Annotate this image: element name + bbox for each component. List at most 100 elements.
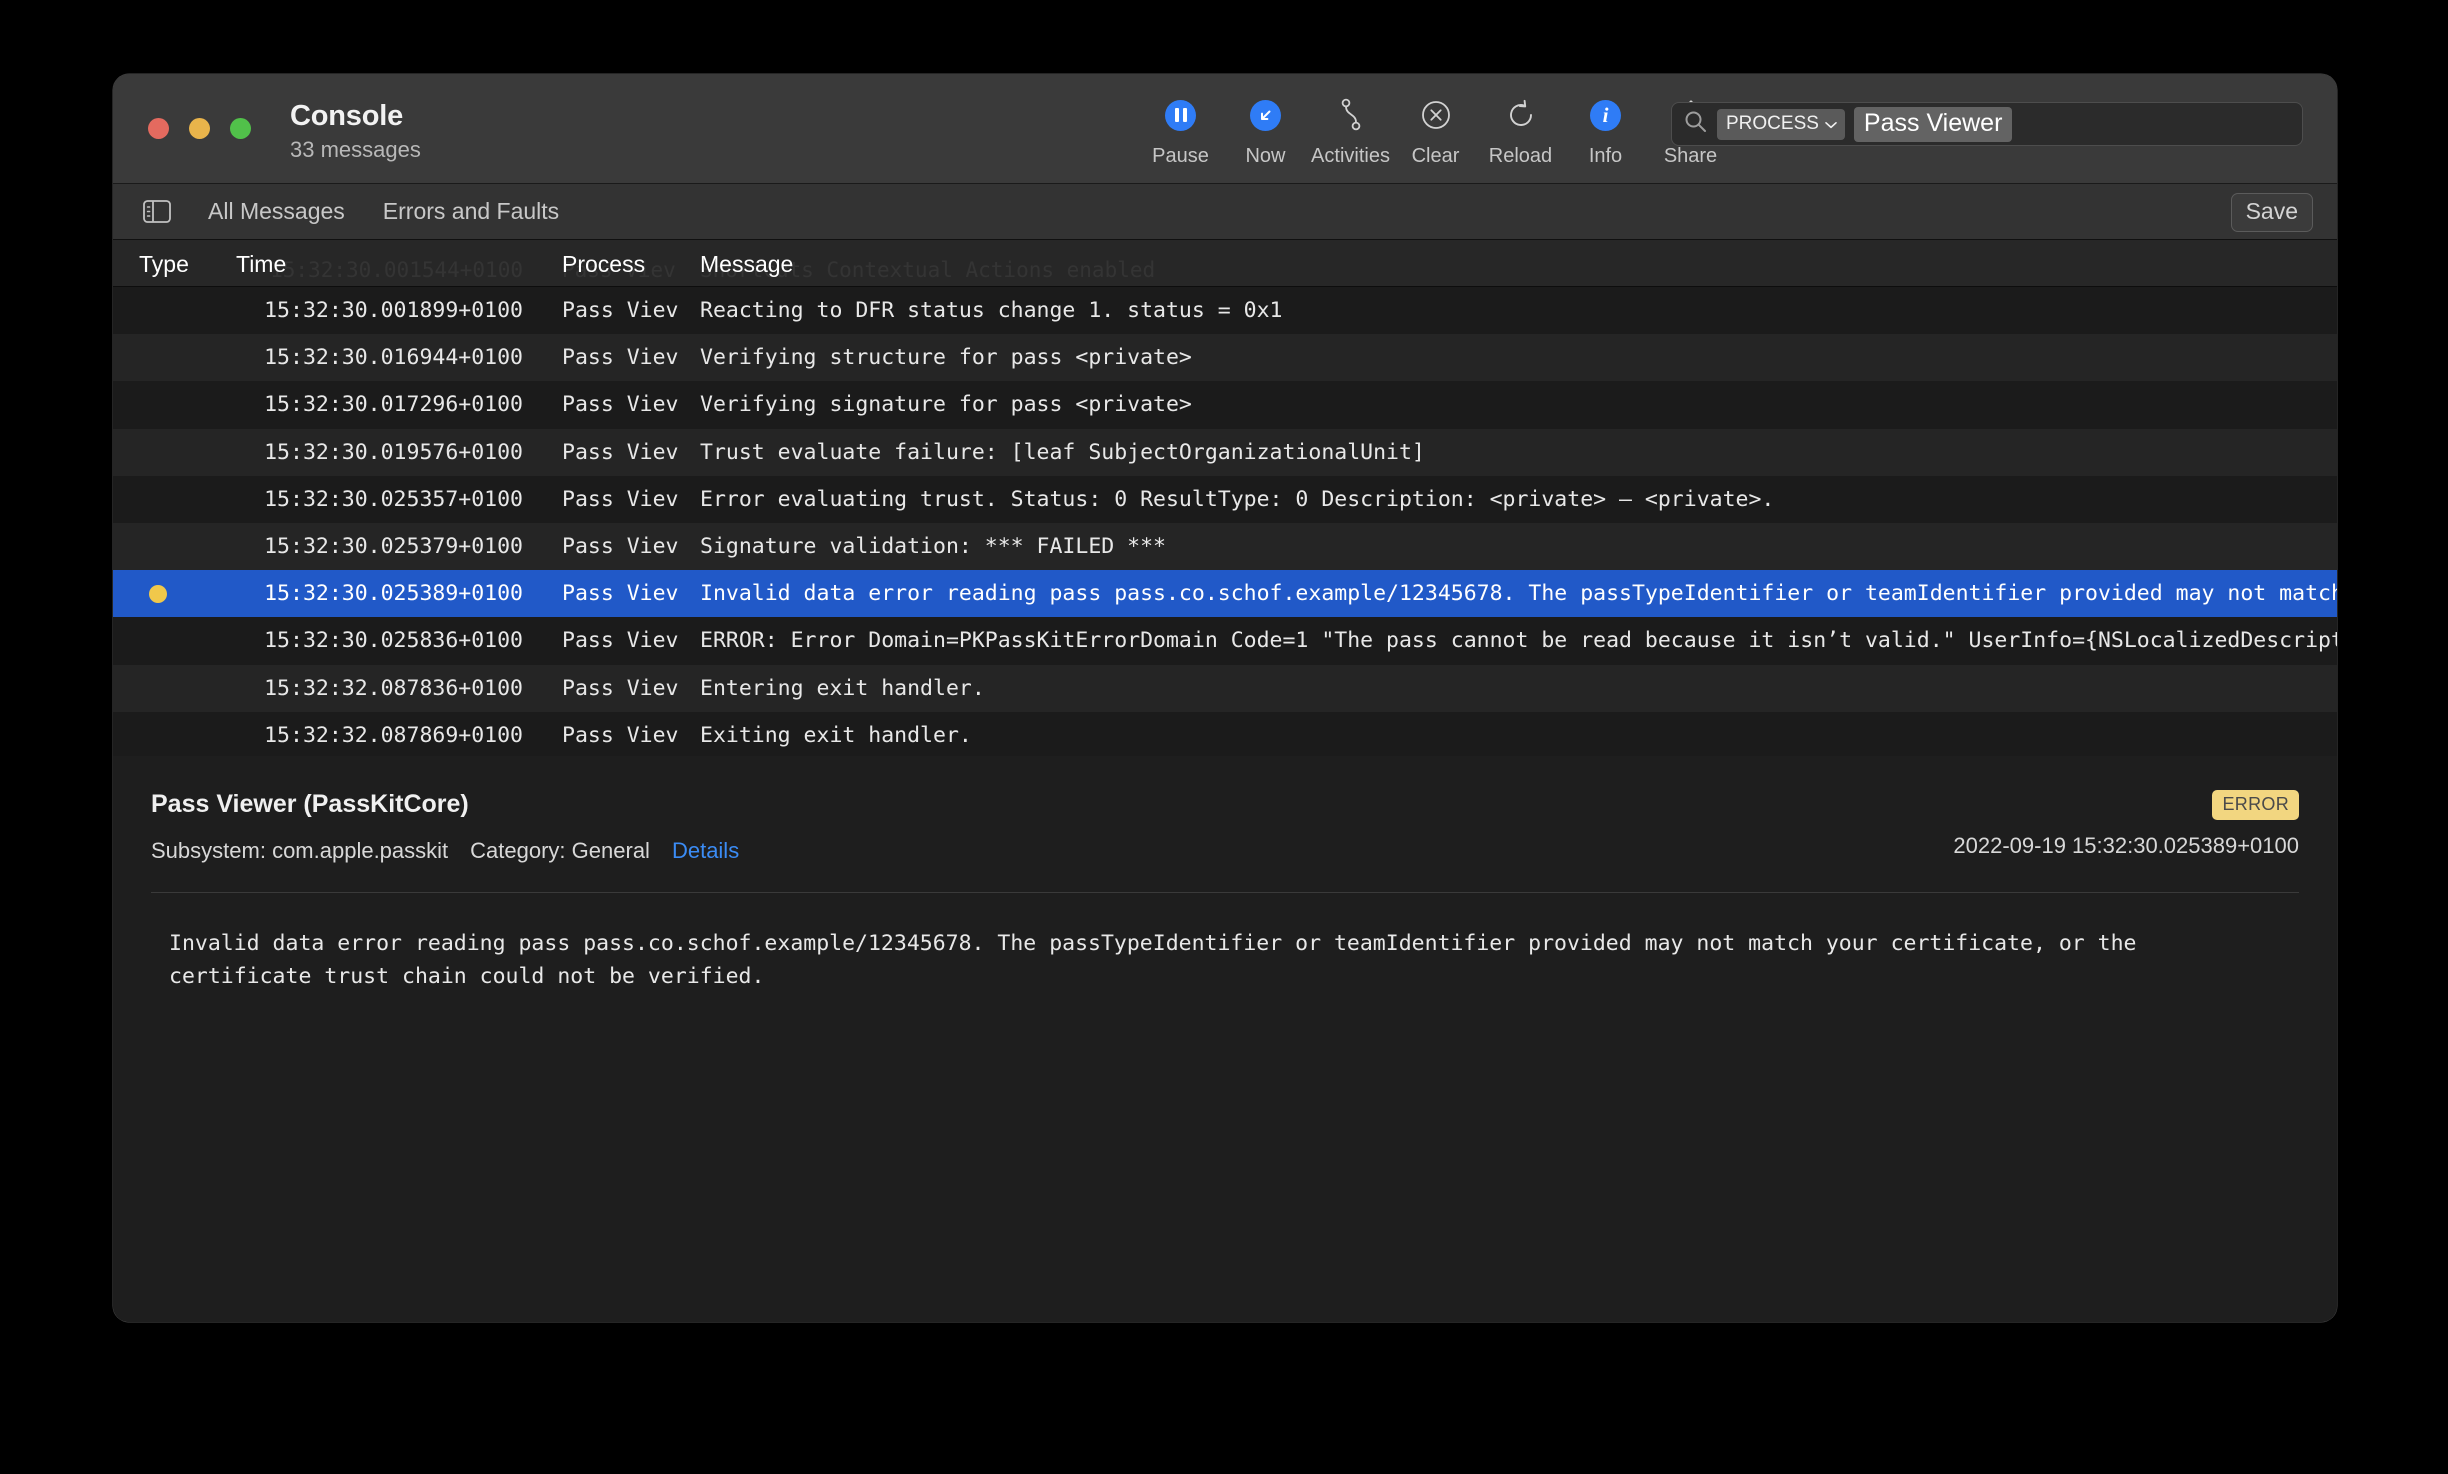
row-process: Pass Viev xyxy=(533,345,683,370)
table-row[interactable]: 15:32:30.025379+0100 Pass Viev Signature… xyxy=(113,523,2337,570)
row-process: Pass Viev xyxy=(533,723,683,748)
toolbar-label: Info xyxy=(1589,145,1622,168)
table-row[interactable]: 15:32:30.017296+0100 Pass Viev Verifying… xyxy=(113,381,2337,428)
table-row-selected[interactable]: 15:32:30.025389+0100 Pass Viev Invalid d… xyxy=(113,570,2337,617)
row-message: Exiting exit handler. xyxy=(683,723,2337,748)
clear-circle-x-icon xyxy=(1420,94,1452,136)
status-badge: ERROR xyxy=(2212,790,2299,820)
info-circle-icon: i xyxy=(1590,94,1621,136)
row-type xyxy=(113,585,203,603)
detail-subsystem-value: com.apple.passkit xyxy=(272,838,448,863)
filter-bar: All Messages Errors and Faults Save xyxy=(113,184,2337,240)
console-window: Console 33 messages Pause Now xyxy=(113,74,2337,1322)
window-title: Console xyxy=(290,99,421,134)
column-header-type[interactable]: Type xyxy=(113,251,203,286)
row-time: 15:32:30.025836+0100 xyxy=(203,628,533,653)
table-row[interactable]: 15:32:30.001899+0100 Pass Viev Reacting … xyxy=(113,287,2337,334)
pause-icon xyxy=(1165,94,1196,136)
toolbar-button-now[interactable]: Now xyxy=(1223,94,1308,168)
toolbar-label: Activities xyxy=(1311,145,1390,168)
message-count: 33 messages xyxy=(290,137,421,163)
row-message: Reacting to DFR status change 1. status … xyxy=(683,298,2337,323)
titlebar: Console 33 messages Pause Now xyxy=(113,74,2337,184)
row-message: Error evaluating trust. Status: 0 Result… xyxy=(683,487,2337,512)
detail-category-label: Category: xyxy=(470,838,565,863)
table-row[interactable]: 15:32:30.016944+0100 Pass Viev Verifying… xyxy=(113,334,2337,381)
window-controls xyxy=(148,118,251,139)
toolbar: Pause Now Activities xyxy=(1138,94,1733,168)
reload-icon xyxy=(1505,94,1537,136)
row-message: Trust evaluate failure: [leaf SubjectOrg… xyxy=(683,440,2337,465)
chevron-down-icon xyxy=(1825,113,1837,135)
row-time: 15:32:30.025389+0100 xyxy=(203,581,533,606)
minimize-button[interactable] xyxy=(189,118,210,139)
column-header-time[interactable]: Time xyxy=(203,251,533,286)
search-token-process[interactable]: PROCESS xyxy=(1717,109,1845,140)
row-time: 15:32:32.087836+0100 xyxy=(203,676,533,701)
row-time: 15:32:30.001899+0100 xyxy=(203,298,533,323)
toolbar-label: Pause xyxy=(1152,145,1209,168)
table-header: Type Time Process Message xyxy=(113,240,2337,287)
row-time: 15:32:32.087869+0100 xyxy=(203,723,533,748)
detail-subsystem: Subsystem: com.apple.passkit xyxy=(151,838,448,864)
detail-pane: Pass Viewer (PassKitCore) Subsystem: com… xyxy=(113,756,2337,1322)
row-message: Entering exit handler. xyxy=(683,676,2337,701)
toolbar-button-clear[interactable]: Clear xyxy=(1393,94,1478,168)
log-table: 15:32:30.001544+0100 Pass Viev Shortcuts… xyxy=(113,240,2337,756)
row-message: Signature validation: *** FAILED *** xyxy=(683,534,2337,559)
row-process: Pass Viev xyxy=(533,628,683,653)
toolbar-label: Clear xyxy=(1412,145,1460,168)
row-process: Pass Viev xyxy=(533,534,683,559)
table-row[interactable]: 15:32:32.087869+0100 Pass Viev Exiting e… xyxy=(113,712,2337,756)
row-message: ERROR: Error Domain=PKPassKitErrorDomain… xyxy=(683,628,2337,653)
row-process: Pass Viev xyxy=(533,298,683,323)
search-token-label: PROCESS xyxy=(1726,113,1819,135)
row-time: 15:32:30.016944+0100 xyxy=(203,345,533,370)
detail-timestamp: 2022-09-19 15:32:30.025389+0100 xyxy=(1953,833,2299,859)
zoom-button[interactable] xyxy=(230,118,251,139)
table-row[interactable]: 15:32:30.019576+0100 Pass Viev Trust eva… xyxy=(113,429,2337,476)
toolbar-button-pause[interactable]: Pause xyxy=(1138,94,1223,168)
row-process: Pass Viev xyxy=(533,581,683,606)
sidebar-toggle-icon[interactable] xyxy=(143,200,171,223)
row-process: Pass Viev xyxy=(533,676,683,701)
detail-divider xyxy=(151,892,2299,893)
toolbar-button-info[interactable]: i Info xyxy=(1563,94,1648,168)
row-time: 15:32:30.025379+0100 xyxy=(203,534,533,559)
title-block: Console 33 messages xyxy=(290,99,421,163)
tab-all-messages[interactable]: All Messages xyxy=(208,198,345,225)
toolbar-button-reload[interactable]: Reload xyxy=(1478,94,1563,168)
column-header-message[interactable]: Message xyxy=(683,251,2337,286)
row-message: Verifying signature for pass <private> xyxy=(683,392,2337,417)
table-row[interactable]: 15:32:32.087836+0100 Pass Viev Entering … xyxy=(113,665,2337,712)
row-time: 15:32:30.025357+0100 xyxy=(203,487,533,512)
row-message: Invalid data error reading pass pass.co.… xyxy=(683,581,2337,606)
filter-tabs: All Messages Errors and Faults xyxy=(208,198,559,225)
detail-message-body: Invalid data error reading pass pass.co.… xyxy=(169,928,2189,993)
error-dot-icon xyxy=(149,585,167,603)
row-time: 15:32:30.019576+0100 xyxy=(203,440,533,465)
activities-icon xyxy=(1338,94,1364,136)
column-header-process[interactable]: Process xyxy=(533,251,683,286)
save-button[interactable]: Save xyxy=(2231,193,2313,232)
row-message: Verifying structure for pass <private> xyxy=(683,345,2337,370)
search-input-value[interactable]: Pass Viewer xyxy=(1854,107,2013,142)
table-row[interactable]: 15:32:30.025836+0100 Pass Viev ERROR: Er… xyxy=(113,617,2337,664)
detail-title: Pass Viewer (PassKitCore) xyxy=(151,790,2299,819)
table-row[interactable]: 15:32:30.025357+0100 Pass Viev Error eva… xyxy=(113,476,2337,523)
tab-errors-and-faults[interactable]: Errors and Faults xyxy=(383,198,559,225)
details-link[interactable]: Details xyxy=(672,838,739,864)
close-button[interactable] xyxy=(148,118,169,139)
toolbar-label: Now xyxy=(1245,145,1285,168)
row-process: Pass Viev xyxy=(533,487,683,512)
table-rows: 15:32:30.001899+0100 Pass Viev Reacting … xyxy=(113,287,2337,756)
toolbar-label: Reload xyxy=(1489,145,1552,168)
row-process: Pass Viev xyxy=(533,392,683,417)
row-process: Pass Viev xyxy=(533,440,683,465)
detail-category: Category: General xyxy=(470,838,650,864)
search-icon xyxy=(1683,109,1708,139)
toolbar-button-activities[interactable]: Activities xyxy=(1308,94,1393,168)
search-field[interactable]: PROCESS Pass Viewer xyxy=(1671,102,2303,146)
toolbar-label: Share xyxy=(1664,145,1717,168)
detail-category-value: General xyxy=(572,838,650,863)
